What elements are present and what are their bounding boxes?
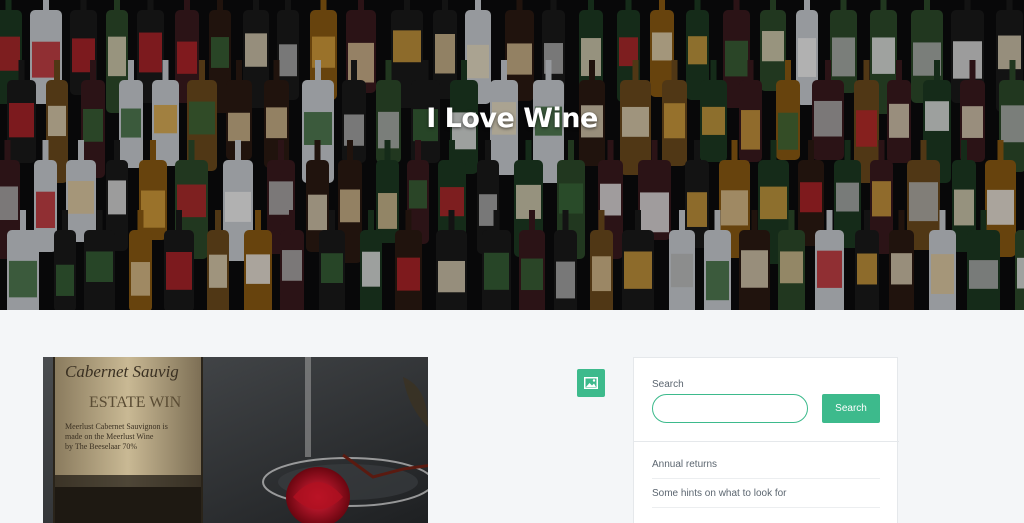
hero-wine-bottles-image — [0, 0, 1024, 310]
svg-text:Cabernet Sauvig: Cabernet Sauvig — [65, 362, 179, 381]
search-button[interactable]: Search — [822, 394, 880, 423]
search-input[interactable] — [652, 394, 808, 423]
search-label: Search — [652, 379, 684, 390]
post-featured-image[interactable]: Cabernet Sauvig ESTATE WIN Meerlust Cabe… — [43, 357, 428, 523]
svg-text:Meerlust Cabernet Sauvignon is: Meerlust Cabernet Sauvignon is — [65, 422, 168, 431]
hero-overlay — [0, 0, 1024, 310]
main-content: Cabernet Sauvig ESTATE WIN Meerlust Cabe… — [0, 310, 1024, 523]
svg-text:by The Beeselaar 70%: by The Beeselaar 70% — [65, 442, 137, 451]
image-format-icon[interactable] — [577, 369, 605, 397]
image-icon — [584, 377, 598, 389]
svg-text:ESTATE WIN: ESTATE WIN — [89, 394, 182, 411]
hero-banner: I Love Wine — [0, 0, 1024, 310]
list-item[interactable]: Some hints on what to look for — [652, 479, 880, 508]
divider — [634, 441, 899, 442]
list-item[interactable]: Annual returns — [652, 450, 880, 479]
site-title[interactable]: I Love Wine — [0, 103, 1024, 134]
sidebar-widget: Search Search Annual returns Some hints … — [633, 357, 899, 523]
recent-posts-list: Annual returns Some hints on what to loo… — [652, 458, 880, 508]
wine-and-rose-image: Cabernet Sauvig ESTATE WIN Meerlust Cabe… — [43, 357, 428, 523]
svg-text:made on the Meerlust Wine: made on the Meerlust Wine — [65, 432, 154, 441]
